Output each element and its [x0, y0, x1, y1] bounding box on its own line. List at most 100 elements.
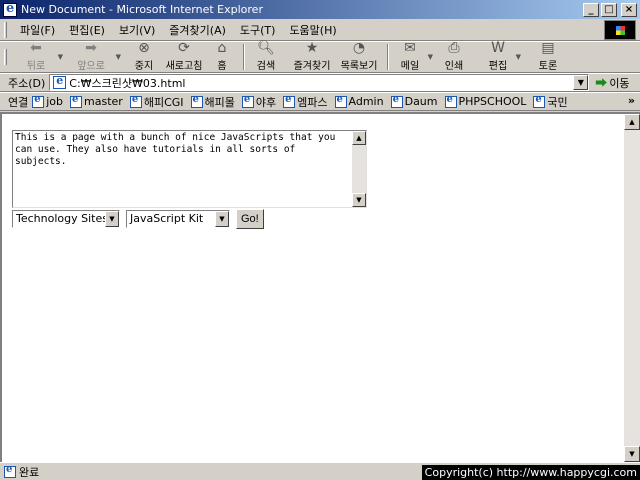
- discuss-button[interactable]: ▤ 토론: [533, 40, 563, 72]
- favorites-button[interactable]: ★ 즐겨찾기: [287, 40, 337, 72]
- link-label: Daum: [404, 95, 438, 108]
- site-selector: Technology Sites ▼ JavaScript Kit ▼ Go!: [12, 209, 264, 229]
- menu-help[interactable]: 도움말(H): [282, 22, 343, 38]
- search-button[interactable]: 🔍︎ 검색: [251, 40, 281, 72]
- stop-button[interactable]: ⊗ 중지: [127, 40, 161, 72]
- link-master[interactable]: master: [70, 94, 123, 108]
- link-empas[interactable]: 엠파스: [283, 94, 328, 110]
- links-more-icon[interactable]: »: [628, 94, 635, 107]
- window-title: New Document - Microsoft Internet Explor…: [21, 3, 263, 16]
- textarea-scroll-down-icon[interactable]: ▼: [352, 193, 366, 207]
- search-icon: 🔍︎: [257, 40, 275, 56]
- link-label: 해피몰: [204, 95, 235, 109]
- title-bar: New Document - Microsoft Internet Explor…: [0, 0, 640, 19]
- home-button[interactable]: ⌂ 홈: [207, 40, 237, 72]
- menu-favorites[interactable]: 즐겨찾기(A): [162, 22, 233, 38]
- scroll-down-icon[interactable]: ▼: [624, 446, 640, 462]
- menu-bar: 파일(F) 편집(E) 보기(V) 즐겨찾기(A) 도구(T) 도움말(H): [0, 19, 640, 41]
- home-label: 홈: [217, 61, 227, 72]
- go-site-button[interactable]: Go!: [236, 209, 264, 229]
- links-label: 연결: [8, 95, 29, 109]
- maximize-button[interactable]: □: [601, 2, 617, 17]
- discuss-label: 토론: [538, 61, 558, 72]
- link-admin[interactable]: Admin: [334, 94, 384, 108]
- refresh-label: 새로고침: [165, 61, 203, 72]
- ie-link-icon: [190, 94, 203, 108]
- history-button[interactable]: ◔ 목록보기: [337, 40, 381, 72]
- mail-dropdown-icon[interactable]: ▼: [428, 53, 433, 61]
- address-input[interactable]: C:₩스크린샷₩03.html ▼: [49, 74, 590, 91]
- history-label: 목록보기: [340, 61, 378, 72]
- back-button[interactable]: ⬅ 뒤로 ▼: [17, 40, 63, 72]
- edit-dropdown-icon[interactable]: ▼: [516, 53, 521, 61]
- forward-arrow-icon: ➡: [85, 40, 97, 56]
- scroll-up-icon[interactable]: ▲: [624, 114, 640, 130]
- textarea-scroll-up-icon[interactable]: ▲: [352, 131, 366, 145]
- back-arrow-icon: ⬅: [30, 40, 42, 56]
- ie-link-icon: [241, 94, 254, 108]
- address-dropdown-icon[interactable]: ▼: [573, 75, 589, 90]
- menu-view[interactable]: 보기(V): [112, 22, 162, 38]
- category-select[interactable]: Technology Sites ▼: [12, 210, 120, 228]
- menu-file[interactable]: 파일(F): [13, 22, 62, 38]
- address-value[interactable]: C:₩스크린샷₩03.html: [69, 75, 185, 91]
- ie-link-icon: [444, 94, 457, 108]
- toolbar-grip: [4, 49, 7, 65]
- minimize-button[interactable]: _: [583, 2, 599, 17]
- site-dropdown-icon[interactable]: ▼: [215, 211, 229, 227]
- back-dropdown-icon[interactable]: ▼: [58, 53, 63, 61]
- ie-link-icon: [70, 94, 83, 108]
- link-job[interactable]: job: [32, 94, 64, 108]
- description-textarea[interactable]: This is a page with a bunch of nice Java…: [12, 130, 367, 208]
- menu-grip: [4, 21, 7, 38]
- link-label: master: [84, 95, 123, 108]
- page-scrollbar[interactable]: ▲ ▼: [624, 114, 640, 462]
- menu-edit[interactable]: 편집(E): [62, 22, 112, 38]
- home-icon: ⌂: [217, 40, 227, 56]
- link-happycgi[interactable]: 해피CGI: [129, 94, 184, 110]
- go-label: 이동: [609, 76, 630, 90]
- site-select-value: JavaScript Kit: [130, 212, 204, 225]
- forward-button[interactable]: ➡ 앞으로 ▼: [69, 40, 121, 72]
- forward-dropdown-icon[interactable]: ▼: [116, 53, 121, 61]
- link-kookmin[interactable]: 국민: [533, 94, 568, 110]
- favorites-label: 즐겨찾기: [293, 61, 331, 72]
- link-phpschool[interactable]: PHPSCHOOL: [444, 94, 526, 108]
- link-label: Admin: [348, 95, 384, 108]
- textarea-scrollbar[interactable]: ▲ ▼: [352, 131, 366, 207]
- page-icon: [53, 74, 67, 89]
- ie-link-icon: [283, 94, 296, 108]
- refresh-button[interactable]: ⟳ 새로고침: [161, 40, 207, 72]
- links-bar: 연결 job master 해피CGI 해피몰 야후 엠파스 Admin Dau…: [0, 92, 640, 111]
- link-label: 엠파스: [297, 95, 328, 109]
- category-select-value: Technology Sites: [16, 212, 108, 225]
- link-yahoo[interactable]: 야후: [241, 94, 276, 110]
- edit-label: 편집: [488, 61, 508, 72]
- history-icon: ◔: [352, 40, 366, 56]
- copyright-banner: Copyright(c) http://www.happycgi.com: [421, 465, 640, 480]
- print-button[interactable]: ⎙ 인쇄: [439, 40, 469, 72]
- page-status-icon: [4, 464, 16, 478]
- menu-tools[interactable]: 도구(T): [233, 22, 283, 38]
- print-label: 인쇄: [444, 61, 464, 72]
- link-happymall[interactable]: 해피몰: [190, 94, 235, 110]
- link-daum[interactable]: Daum: [390, 94, 438, 108]
- standard-toolbar: ⬅ 뒤로 ▼ ➡ 앞으로 ▼ ⊗ 중지 ⟳ 새로고침 ⌂ 홈 🔍︎ 검색 ★ 즐…: [0, 40, 640, 73]
- stop-label: 중지: [134, 61, 154, 72]
- ie-icon: [3, 1, 17, 17]
- ie-link-icon: [390, 94, 403, 108]
- mail-button[interactable]: ✉ 메일 ▼: [395, 40, 433, 72]
- toolbar-separator: [387, 44, 389, 70]
- status-text: 완료: [19, 465, 40, 479]
- address-label: 주소(D): [8, 76, 46, 90]
- go-arrow-icon: ⮕: [595, 76, 608, 90]
- edit-button[interactable]: W 편집 ▼: [483, 40, 521, 72]
- close-button[interactable]: ×: [621, 2, 637, 17]
- category-dropdown-icon[interactable]: ▼: [105, 211, 119, 227]
- ie-link-icon: [129, 94, 142, 108]
- site-select[interactable]: JavaScript Kit ▼: [126, 210, 230, 228]
- mail-icon: ✉: [404, 40, 416, 56]
- mail-label: 메일: [400, 61, 420, 72]
- link-label: job: [46, 95, 64, 108]
- go-button[interactable]: ⮕ 이동: [595, 74, 629, 91]
